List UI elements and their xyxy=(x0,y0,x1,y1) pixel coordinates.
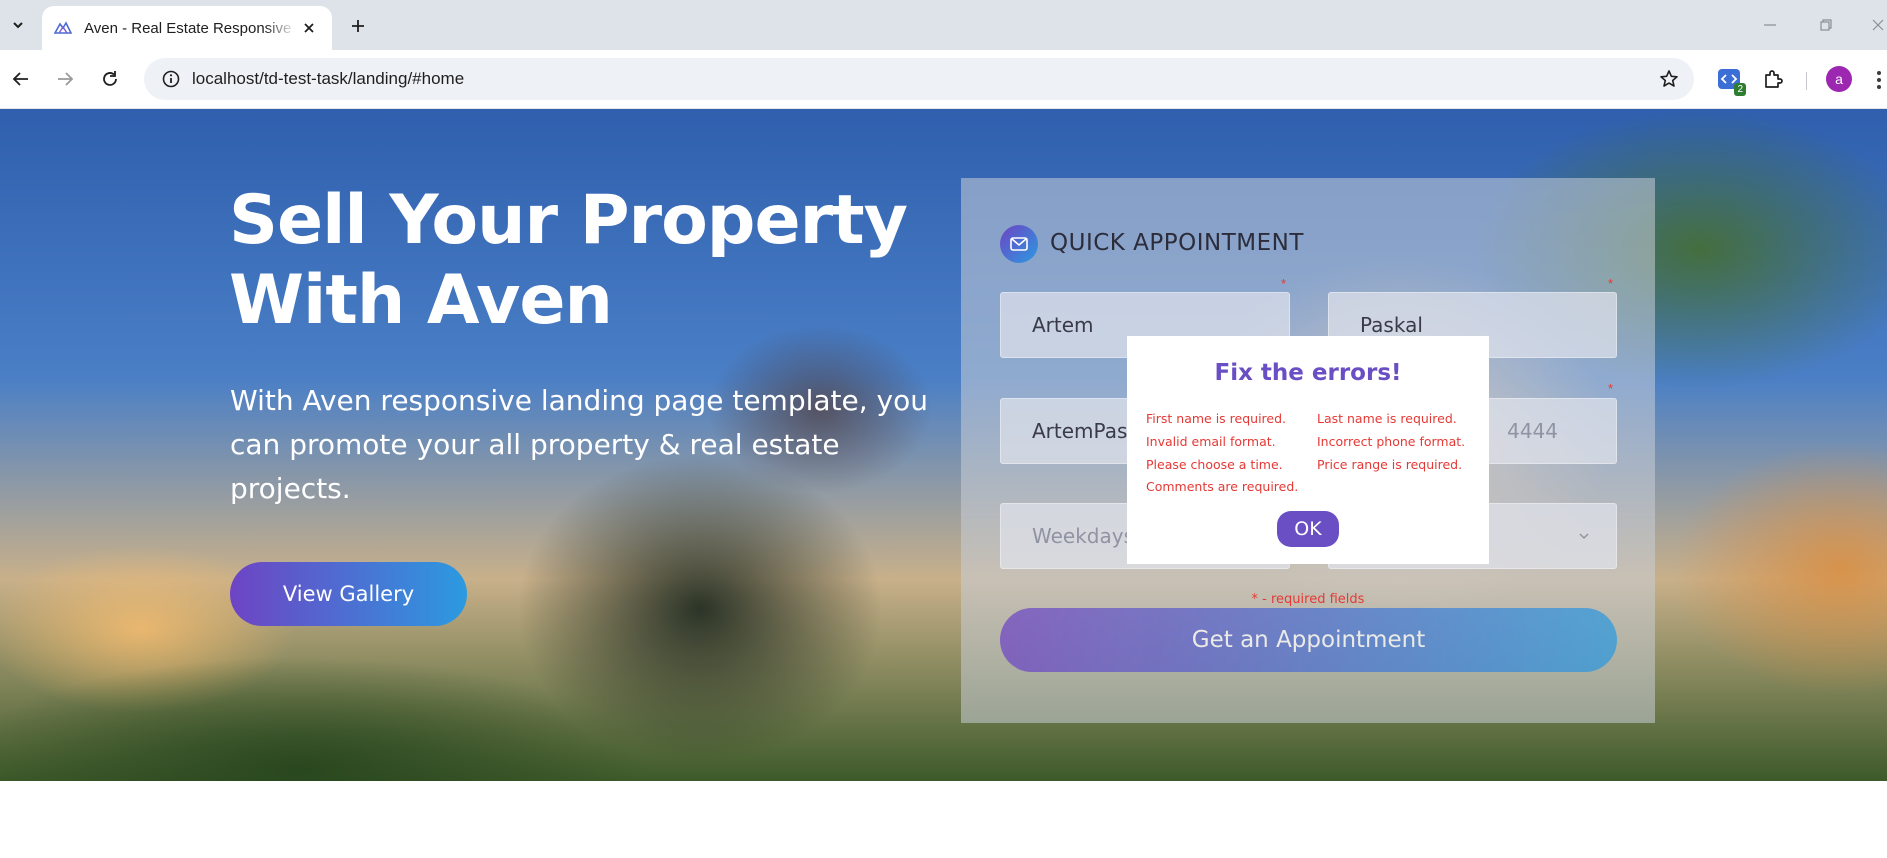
minimize-icon xyxy=(1764,24,1776,26)
reload-icon xyxy=(103,71,117,86)
chevron-down-icon xyxy=(1579,533,1589,540)
arrow-right-icon xyxy=(58,72,74,86)
extensions-button[interactable] xyxy=(1758,64,1788,94)
devtools-extension-button[interactable]: 2 xyxy=(1714,64,1746,96)
puzzle-icon xyxy=(1765,70,1783,88)
hero-subtitle: With Aven responsive landing page templa… xyxy=(230,384,928,505)
appointment-title: QUICK APPOINTMENT xyxy=(1050,230,1304,256)
reload-button[interactable] xyxy=(95,64,125,94)
dialog-title: Fix the errors! xyxy=(1214,360,1402,386)
error-message: Please choose a time. xyxy=(1146,457,1283,472)
extension-badge: 2 xyxy=(1734,83,1746,96)
arrow-left-icon xyxy=(12,72,28,86)
restore-button[interactable] xyxy=(1812,12,1840,38)
aven-favicon-icon xyxy=(54,21,72,34)
envelope-icon xyxy=(1000,225,1038,263)
view-gallery-button[interactable]: View Gallery xyxy=(230,562,467,626)
toolbar-separator xyxy=(1806,72,1807,90)
url-text: localhost/td-test-task/landing/#home xyxy=(192,69,465,88)
close-icon xyxy=(304,23,314,33)
plus-icon xyxy=(352,20,364,32)
error-dialog: Fix the errors! First name is required. … xyxy=(1127,336,1489,564)
minimize-button[interactable] xyxy=(1756,12,1784,38)
tab-close-button[interactable] xyxy=(300,19,318,37)
tab-title: Aven - Real Estate Responsive HTML xyxy=(84,19,296,37)
bookmark-button[interactable] xyxy=(1656,66,1682,92)
ok-button[interactable]: OK xyxy=(1277,511,1339,547)
first-name-required-star: * xyxy=(1281,276,1287,291)
forward-button[interactable] xyxy=(50,64,80,94)
error-message: Incorrect phone format. xyxy=(1317,434,1466,449)
tab-search-button[interactable] xyxy=(4,12,32,38)
phone-required-star: * xyxy=(1608,381,1614,396)
browser-tab-active[interactable]: Aven - Real Estate Responsive HTML xyxy=(42,6,332,50)
close-window-button[interactable] xyxy=(1864,12,1887,38)
info-icon xyxy=(162,70,180,88)
error-message: Price range is required. xyxy=(1317,457,1463,472)
site-info-button[interactable] xyxy=(150,58,192,100)
get-appointment-button[interactable]: Get an Appointment xyxy=(1000,608,1617,672)
chevron-down-icon xyxy=(13,22,23,29)
browser-tab-bar: Aven - Real Estate Responsive HTML xyxy=(0,0,1887,50)
restore-icon xyxy=(1820,19,1832,31)
close-window-icon xyxy=(1872,19,1884,31)
error-message: First name is required. xyxy=(1146,411,1287,426)
star-icon xyxy=(1660,70,1678,87)
error-message: Comments are required. xyxy=(1146,479,1299,494)
error-message: Last name is required. xyxy=(1317,411,1457,426)
browser-toolbar: localhost/td-test-task/landing/#home 2 a xyxy=(0,50,1887,109)
browser-menu-button[interactable] xyxy=(1872,68,1886,92)
hero-title: Sell Your Property With Aven xyxy=(229,181,908,340)
profile-avatar[interactable]: a xyxy=(1826,66,1852,92)
address-bar[interactable]: localhost/td-test-task/landing/#home xyxy=(144,58,1694,100)
new-tab-button[interactable] xyxy=(344,12,372,40)
required-fields-note: * - required fields xyxy=(1251,592,1365,607)
error-message: Invalid email format. xyxy=(1146,434,1276,449)
back-button[interactable] xyxy=(6,64,36,94)
hero-section: Sell Your Property With Aven With Aven r… xyxy=(0,109,1887,781)
last-name-required-star: * xyxy=(1608,276,1614,291)
